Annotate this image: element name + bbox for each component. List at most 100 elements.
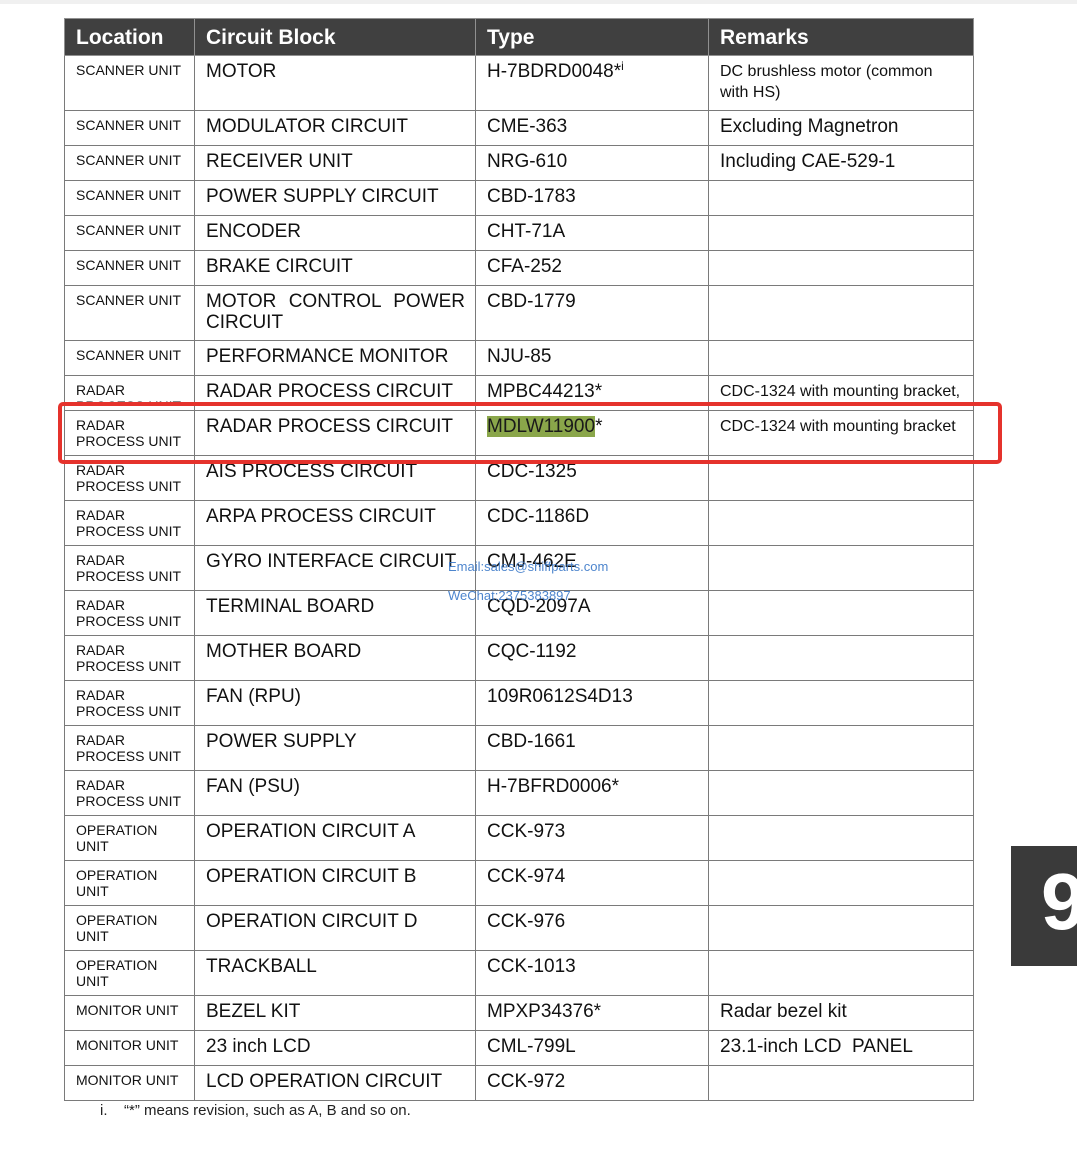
cell-type: CCK-976 bbox=[475, 905, 709, 951]
cell-remarks: CDC-1324 with mounting bracket, CDC-1325… bbox=[708, 375, 974, 411]
cell-location: SCANNER UNIT bbox=[64, 250, 195, 286]
cell-circuit-block: GYRO INTERFACE CIRCUIT bbox=[194, 545, 476, 591]
cell-location: MONITOR UNIT bbox=[64, 1030, 195, 1066]
cell-location: OPERATION UNIT bbox=[64, 950, 195, 996]
table-row: OPERATION UNIT TRACKBALL CCK-1013 bbox=[64, 950, 974, 996]
cell-type: CDC-1325 bbox=[475, 455, 709, 501]
cell-remarks bbox=[708, 215, 974, 251]
cell-type: CHT-71A bbox=[475, 215, 709, 251]
cell-type: MPBC44213* bbox=[475, 375, 709, 411]
cell-location: RADAR PROCESS UNIT bbox=[64, 375, 195, 411]
table-row: SCANNER UNIT MODULATOR CIRCUIT CME-363 E… bbox=[64, 110, 974, 146]
table-row: MONITOR UNIT LCD OPERATION CIRCUIT CCK-9… bbox=[64, 1065, 974, 1101]
table-row: OPERATION UNIT OPERATION CIRCUIT B CCK-9… bbox=[64, 860, 974, 906]
highlighted-part-number: MDLW11900 bbox=[487, 416, 596, 437]
table-row: RADAR PROCESS UNIT MOTHER BOARD CQC-1192 bbox=[64, 635, 974, 681]
cell-type: CCK-974 bbox=[475, 860, 709, 906]
footnote-marker: i. bbox=[100, 1102, 108, 1119]
cell-type: MDLW11900* bbox=[475, 410, 709, 456]
cell-remarks: Excluding Magnetron bbox=[708, 110, 974, 146]
cell-type: CME-363 bbox=[475, 110, 709, 146]
cell-remarks bbox=[708, 455, 974, 501]
cell-circuit-block: MOTOR CONTROL POWER CIRCUIT bbox=[194, 285, 476, 341]
cell-location: SCANNER UNIT bbox=[64, 110, 195, 146]
cell-type: H-7BFRD0006* bbox=[475, 770, 709, 816]
cell-type: MPXP34376* bbox=[475, 995, 709, 1031]
watermark-wechat: WeChat:2375383897 bbox=[448, 588, 571, 603]
cell-location: RADAR PROCESS UNIT bbox=[64, 680, 195, 726]
table-row: OPERATION UNIT OPERATION CIRCUIT D CCK-9… bbox=[64, 905, 974, 951]
cell-circuit-block: RADAR PROCESS CIRCUIT bbox=[194, 375, 476, 411]
footnote: i. “*” means revision, such as A, B and s… bbox=[100, 1102, 411, 1119]
cell-circuit-block: FAN (PSU) bbox=[194, 770, 476, 816]
table-row: RADAR PROCESS UNIT AIS PROCESS CIRCUIT C… bbox=[64, 455, 974, 501]
cell-remarks bbox=[708, 340, 974, 376]
cell-type: CQC-1192 bbox=[475, 635, 709, 681]
cell-type: 109R0612S4D13 bbox=[475, 680, 709, 726]
cell-remarks bbox=[708, 635, 974, 681]
cell-location: SCANNER UNIT bbox=[64, 215, 195, 251]
cell-circuit-block: BEZEL KIT bbox=[194, 995, 476, 1031]
cell-circuit-block: OPERATION CIRCUIT A bbox=[194, 815, 476, 861]
cell-circuit-block: FAN (RPU) bbox=[194, 680, 476, 726]
cell-circuit-block: MOTOR bbox=[194, 55, 476, 111]
cell-remarks bbox=[708, 180, 974, 216]
table-row: SCANNER UNIT BRAKE CIRCUIT CFA-252 bbox=[64, 250, 974, 286]
cell-location: RADAR PROCESS UNIT bbox=[64, 455, 195, 501]
cell-location: SCANNER UNIT bbox=[64, 145, 195, 181]
cell-circuit-block: BRAKE CIRCUIT bbox=[194, 250, 476, 286]
table-row: SCANNER UNIT MOTOR H-7BDRD0048*i DC brus… bbox=[64, 55, 974, 111]
table-row: RADAR PROCESS UNIT FAN (PSU) H-7BFRD0006… bbox=[64, 770, 974, 816]
table-row: SCANNER UNIT ENCODER CHT-71A bbox=[64, 215, 974, 251]
cell-type: CBD-1779 bbox=[475, 285, 709, 341]
table-row-highlighted: RADAR PROCESS UNIT RADAR PROCESS CIRCUIT… bbox=[64, 410, 974, 456]
cell-location: SCANNER UNIT bbox=[64, 55, 195, 111]
cell-location: RADAR PROCESS UNIT bbox=[64, 725, 195, 771]
cell-circuit-block: OPERATION CIRCUIT B bbox=[194, 860, 476, 906]
cell-type: CBD-1661 bbox=[475, 725, 709, 771]
cell-remarks: Including CAE-529-1 bbox=[708, 145, 974, 181]
type-suffix: * bbox=[595, 416, 603, 437]
cell-remarks: CDC-1324 with mounting bracket bbox=[708, 410, 974, 456]
cell-remarks bbox=[708, 905, 974, 951]
footnote-text: “*” means revision, such as A, B and so … bbox=[124, 1102, 411, 1119]
cell-location: SCANNER UNIT bbox=[64, 285, 195, 341]
cell-location: RADAR PROCESS UNIT bbox=[64, 770, 195, 816]
cell-circuit-block: MOTHER BOARD bbox=[194, 635, 476, 681]
cell-type: NRG-610 bbox=[475, 145, 709, 181]
cell-circuit-block: POWER SUPPLY bbox=[194, 725, 476, 771]
cell-type: CDC-1186D bbox=[475, 500, 709, 546]
cell-location: RADAR PROCESS UNIT bbox=[64, 635, 195, 681]
table-row: SCANNER UNIT POWER SUPPLY CIRCUIT CBD-17… bbox=[64, 180, 974, 216]
cell-type: CFA-252 bbox=[475, 250, 709, 286]
cell-location: RADAR PROCESS UNIT bbox=[64, 410, 195, 456]
cell-location: RADAR PROCESS UNIT bbox=[64, 500, 195, 546]
cell-circuit-block: LCD OPERATION CIRCUIT bbox=[194, 1065, 476, 1101]
table-row: OPERATION UNIT OPERATION CIRCUIT A CCK-9… bbox=[64, 815, 974, 861]
cell-remarks: Radar bezel kit bbox=[708, 995, 974, 1031]
cell-circuit-block: TERMINAL BOARD bbox=[194, 590, 476, 636]
table-row: SCANNER UNIT MOTOR CONTROL POWER CIRCUIT… bbox=[64, 285, 974, 341]
table-row: SCANNER UNIT PERFORMANCE MONITOR NJU-85 bbox=[64, 340, 974, 376]
cell-type: H-7BDRD0048*i bbox=[475, 55, 709, 111]
table-header-row: Location Circuit Block Type Remarks bbox=[64, 18, 974, 56]
footnote-ref: i bbox=[621, 59, 624, 73]
cell-remarks: 23.1-inch LCD PANEL bbox=[708, 1030, 974, 1066]
watermark-email: Email:sales@shiffparts.com bbox=[448, 559, 609, 574]
cell-type: NJU-85 bbox=[475, 340, 709, 376]
cell-remarks bbox=[708, 285, 974, 341]
cell-remarks bbox=[708, 1065, 974, 1101]
cell-type: CML-799L bbox=[475, 1030, 709, 1066]
type-text: H-7BDRD0048* bbox=[487, 61, 622, 82]
cell-location: OPERATION UNIT bbox=[64, 815, 195, 861]
cell-remarks bbox=[708, 500, 974, 546]
cell-circuit-block: TRACKBALL bbox=[194, 950, 476, 996]
table-row: RADAR PROCESS UNIT POWER SUPPLY CBD-1661 bbox=[64, 725, 974, 771]
header-remarks: Remarks bbox=[708, 18, 974, 56]
cell-circuit-block: AIS PROCESS CIRCUIT bbox=[194, 455, 476, 501]
cell-circuit-block: RADAR PROCESS CIRCUIT bbox=[194, 410, 476, 456]
header-type: Type bbox=[475, 18, 709, 56]
cell-type: CCK-973 bbox=[475, 815, 709, 861]
table-row: SCANNER UNIT RECEIVER UNIT NRG-610 Inclu… bbox=[64, 145, 974, 181]
cell-remarks bbox=[708, 725, 974, 771]
